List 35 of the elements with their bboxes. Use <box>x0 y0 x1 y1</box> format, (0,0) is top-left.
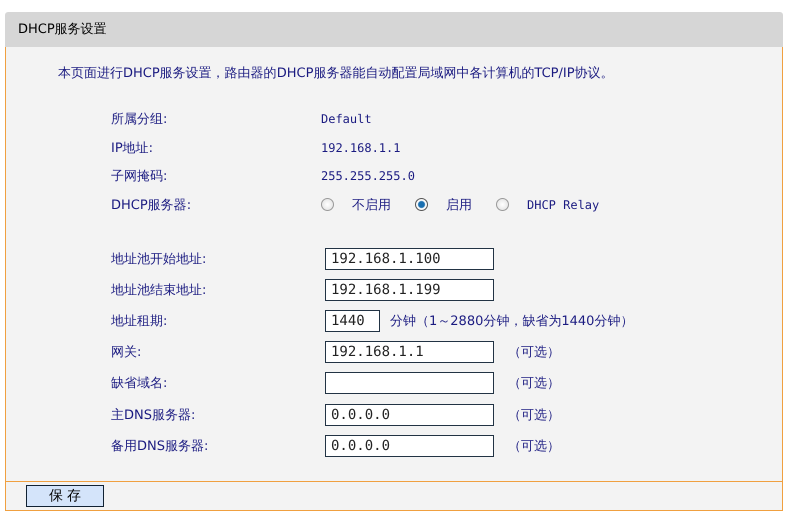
input-field[interactable]: 192.168.1.1 <box>325 341 494 364</box>
input-field[interactable] <box>325 372 494 394</box>
field-label: IP地址: <box>111 140 154 157</box>
field-label: 网关: <box>111 344 142 362</box>
field-label: 所属分组: <box>111 111 168 128</box>
input-field[interactable]: 192.168.1.199 <box>325 278 494 301</box>
radio-button[interactable] <box>321 198 334 212</box>
input-field[interactable]: 0.0.0.0 <box>325 434 494 457</box>
hint-text: 分钟（1～2880分钟，缺省为1440分钟） <box>390 312 634 330</box>
radio-label[interactable]: 不启用 <box>352 196 391 214</box>
field-label: 地址池开始地址: <box>111 250 208 268</box>
radio-button[interactable] <box>415 198 428 212</box>
field-label: 主DNS服务器: <box>111 406 196 424</box>
hint-text: （可选） <box>508 438 560 455</box>
field-label: 子网掩码: <box>111 168 168 186</box>
radio-button[interactable] <box>496 198 509 212</box>
hint-text: （可选） <box>508 344 560 362</box>
field-label: 缺省域名: <box>111 375 168 392</box>
field-label: 备用DNS服务器: <box>111 438 210 455</box>
field-label: 地址池结束地址: <box>111 282 208 299</box>
hint-text: （可选） <box>508 406 560 424</box>
intro-text: 本页面进行DHCP服务设置，路由器的DHCP服务器能自动配置局域网中各计算机的TCP/IP协议。 <box>57 65 615 83</box>
input-field[interactable]: 192.168.1.100 <box>325 248 494 270</box>
input-field[interactable]: 1440 <box>325 310 380 332</box>
field-value: 192.168.1.1 <box>321 140 400 155</box>
field-label: DHCP服务器: <box>111 196 192 214</box>
radio-label[interactable]: 启用 <box>446 196 472 214</box>
radio-label[interactable]: DHCP Relay <box>527 198 600 212</box>
panel-title: DHCP服务设置 <box>5 12 783 47</box>
input-field[interactable]: 0.0.0.0 <box>325 404 494 426</box>
field-value: 255.255.255.0 <box>321 169 415 184</box>
save-button[interactable]: 保 存 <box>26 485 104 507</box>
field-value: Default <box>321 112 372 126</box>
field-label: 地址租期: <box>111 312 168 330</box>
hint-text: （可选） <box>508 375 560 392</box>
